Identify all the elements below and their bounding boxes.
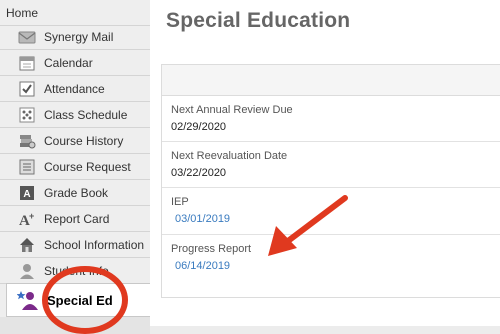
grade-book-icon: A bbox=[18, 184, 36, 202]
sidebar-item-label: Calendar bbox=[44, 55, 93, 70]
sidebar-item-label: Grade Book bbox=[44, 185, 109, 200]
sidebar-footer bbox=[0, 317, 150, 334]
special-ed-panel: Next Annual Review Due 02/29/2020 Next R… bbox=[161, 64, 500, 298]
field-label: Next Annual Review Due bbox=[171, 104, 293, 116]
sidebar-item-special-ed[interactable]: Special Ed bbox=[6, 283, 150, 317]
sidebar-item-label: Report Card bbox=[44, 211, 110, 226]
sidebar-item-class-schedule[interactable]: Class Schedule bbox=[0, 102, 150, 128]
special-ed-icon bbox=[16, 289, 39, 311]
sidebar-item-school-information[interactable]: School Information bbox=[0, 232, 150, 258]
progress-report-date-link[interactable]: 06/14/2019 bbox=[175, 260, 230, 272]
field-label: IEP bbox=[171, 196, 189, 208]
sidebar-item-label: Home bbox=[6, 5, 39, 20]
divider bbox=[162, 234, 500, 235]
sidebar-item-calendar[interactable]: Calendar bbox=[0, 50, 150, 76]
divider bbox=[162, 187, 500, 188]
sidebar-item-label: Course Request bbox=[44, 159, 131, 174]
bottom-scroll-strip bbox=[150, 326, 500, 334]
field-value: 02/29/2020 bbox=[171, 121, 227, 133]
divider bbox=[162, 141, 500, 142]
field-label: Next Reevaluation Date bbox=[171, 150, 288, 162]
course-request-icon bbox=[18, 158, 36, 176]
sidebar-item-label: Special Ed bbox=[47, 292, 113, 308]
sidebar-item-label: Course History bbox=[44, 133, 124, 148]
sidebar-item-home[interactable]: Home bbox=[0, 0, 150, 26]
sidebar-item-label: Attendance bbox=[44, 81, 105, 96]
report-card-icon: A + bbox=[18, 210, 36, 228]
sidebar-item-label: School Information bbox=[44, 237, 145, 252]
page-title: Special Education bbox=[166, 9, 351, 32]
sidebar-item-report-card[interactable]: A + Report Card bbox=[0, 206, 150, 232]
sidebar-item-label: Student Info bbox=[44, 263, 109, 278]
attendance-check-icon bbox=[18, 80, 36, 98]
student-icon bbox=[18, 262, 36, 280]
sidebar-item-grade-book[interactable]: A Grade Book bbox=[0, 180, 150, 206]
schedule-grid-icon bbox=[18, 106, 36, 124]
sidebar-nav: Home Synergy Mail Calendar Attendance Cl… bbox=[0, 0, 150, 334]
mail-icon bbox=[18, 28, 36, 46]
field-label: Progress Report bbox=[171, 243, 252, 255]
sidebar-item-student-info[interactable]: Student Info bbox=[0, 258, 150, 284]
sidebar-item-label: Class Schedule bbox=[44, 107, 128, 122]
calendar-icon bbox=[18, 54, 36, 72]
history-books-icon bbox=[18, 132, 36, 150]
sidebar-item-course-request[interactable]: Course Request bbox=[0, 154, 150, 180]
svg-text:+: + bbox=[29, 211, 34, 221]
panel-header bbox=[162, 65, 500, 96]
sidebar-item-label: Synergy Mail bbox=[44, 29, 114, 44]
svg-text:A: A bbox=[23, 189, 30, 200]
sidebar-item-course-history[interactable]: Course History bbox=[0, 128, 150, 154]
field-value: 03/22/2020 bbox=[171, 167, 227, 179]
iep-date-link[interactable]: 03/01/2019 bbox=[175, 213, 230, 225]
sidebar-item-synergy-mail[interactable]: Synergy Mail bbox=[0, 24, 150, 50]
school-house-icon bbox=[18, 236, 36, 254]
sidebar-item-attendance[interactable]: Attendance bbox=[0, 76, 150, 102]
